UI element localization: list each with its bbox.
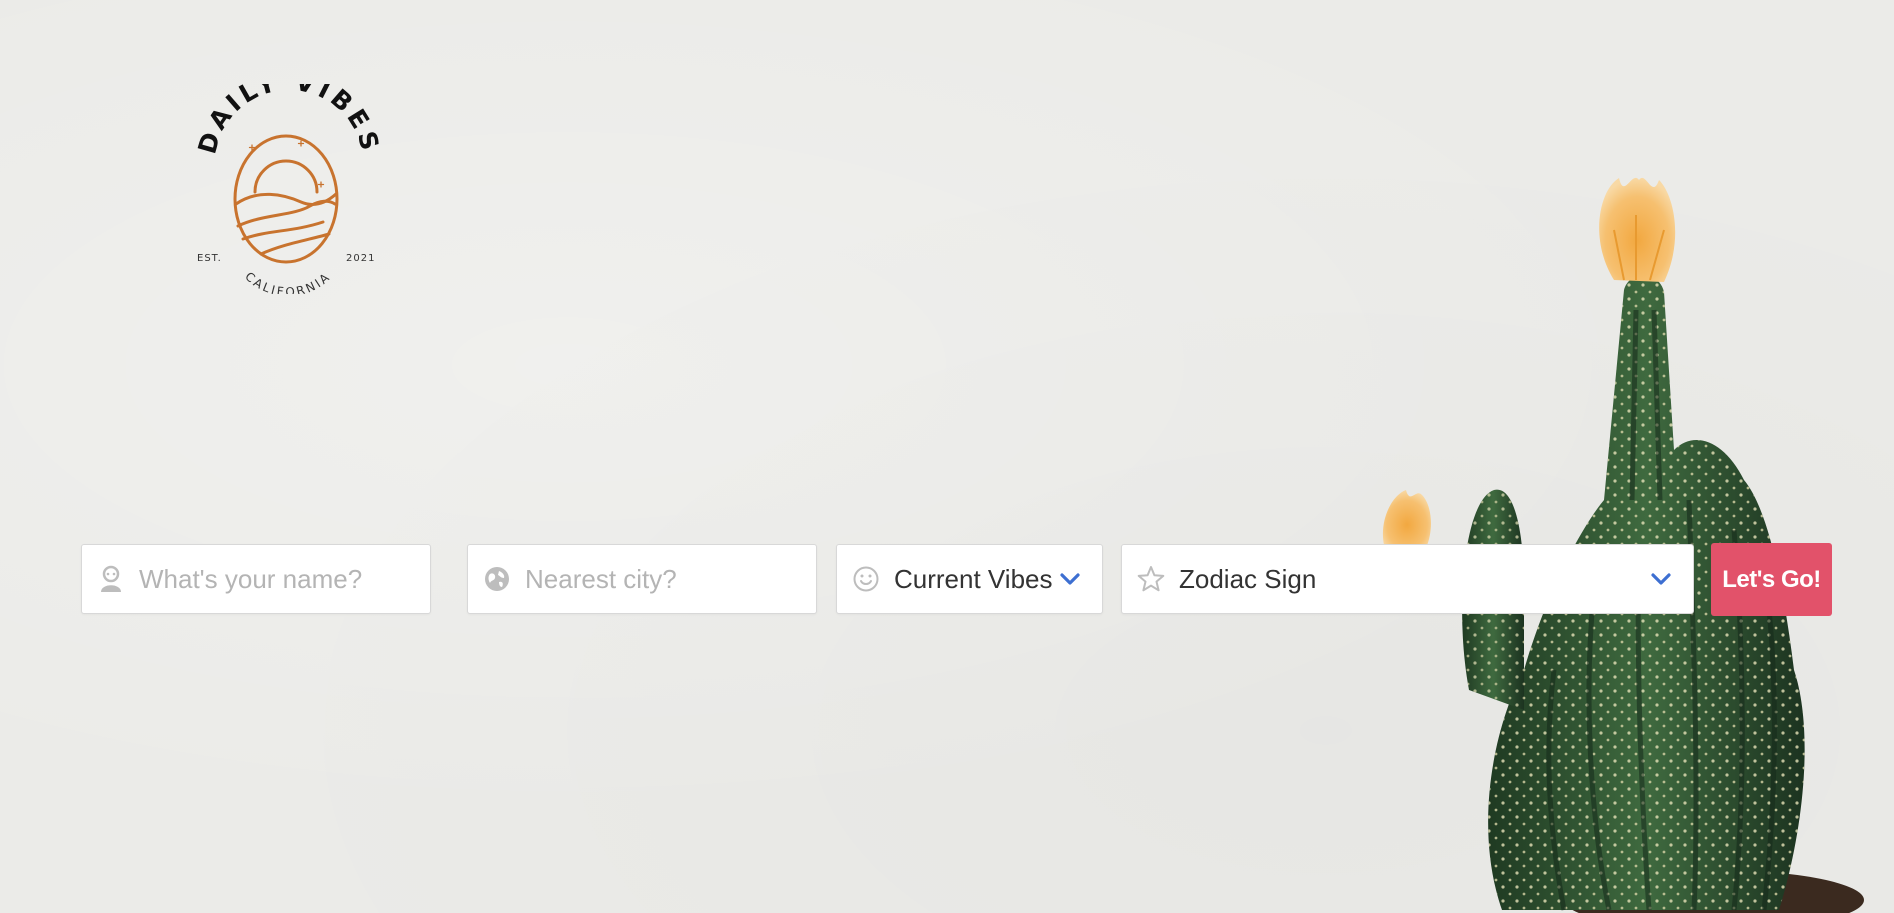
logo-location-text: CALIFORNIA [242,269,331,294]
svg-text:DAILY VIBES: DAILY VIBES [193,84,383,157]
globe-icon [483,565,511,593]
vibes-select[interactable]: Current Vibes [836,544,1103,614]
logo-brand-text: DAILY VIBES [193,84,382,157]
lets-go-button[interactable]: Let's Go! [1711,543,1832,616]
zodiac-select[interactable]: Zodiac Sign [1121,544,1694,614]
zodiac-select-value: Zodiac Sign [1179,563,1317,594]
chevron-down-icon[interactable] [1649,567,1673,591]
smiley-icon [852,565,880,593]
sunset-emblem-icon [233,134,339,264]
daily-vibes-logo: DAILY VIBES CALIFORNIA EST. 2021 [193,84,383,294]
logo-year-text: 2021 [346,253,375,264]
person-icon [97,565,125,593]
cactus-flower-icon [1599,177,1676,282]
chevron-down-icon[interactable] [1058,567,1082,591]
name-field[interactable] [81,544,431,614]
logo-est-text: EST. [197,253,222,264]
star-icon [1137,565,1165,593]
svg-text:CALIFORNIA: CALIFORNIA [242,269,333,294]
city-input[interactable] [525,545,816,613]
cactus-plant-image [1374,170,1894,913]
vibes-select-value: Current Vibes [894,563,1053,594]
name-input[interactable] [139,545,430,613]
city-field[interactable] [467,544,817,614]
